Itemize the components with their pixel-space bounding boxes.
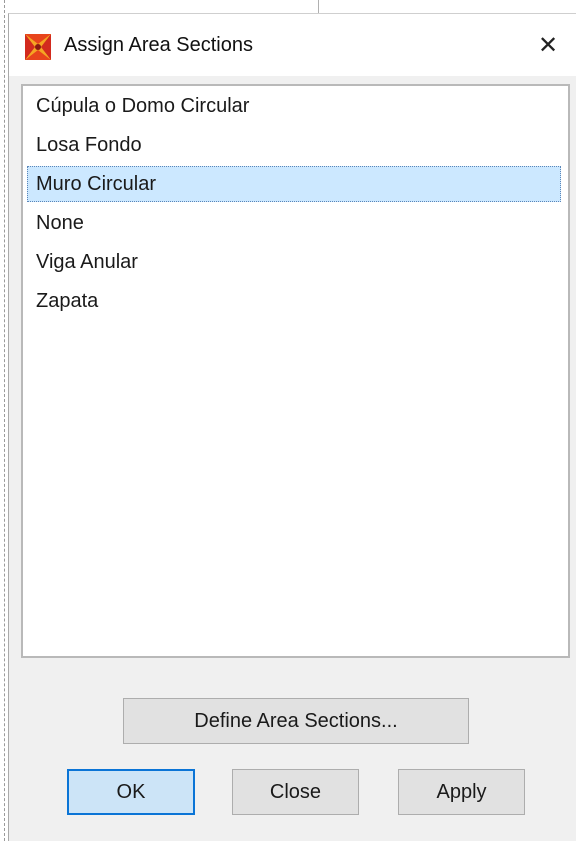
list-item-selected[interactable]: Muro Circular xyxy=(27,166,561,202)
title-bar[interactable]: Assign Area Sections ✕ xyxy=(9,14,576,76)
area-sections-listbox[interactable]: Cúpula o Domo Circular Losa Fondo Muro C… xyxy=(21,84,570,658)
close-window-icon[interactable]: ✕ xyxy=(534,33,562,61)
list-item[interactable]: Viga Anular xyxy=(27,244,561,280)
apply-button[interactable]: Apply xyxy=(398,769,525,815)
background-app-edge xyxy=(4,0,5,841)
list-item[interactable]: Cúpula o Domo Circular xyxy=(27,88,561,124)
sap2000-icon xyxy=(25,34,51,60)
ok-button[interactable]: OK xyxy=(67,769,195,815)
list-item[interactable]: Losa Fondo xyxy=(27,127,561,163)
close-button[interactable]: Close xyxy=(232,769,359,815)
list-item[interactable]: Zapata xyxy=(27,283,561,319)
window-title: Assign Area Sections xyxy=(64,34,253,56)
background-app-divider xyxy=(318,0,319,14)
assign-area-sections-dialog: Assign Area Sections ✕ Cúpula o Domo Cir… xyxy=(8,13,576,841)
list-item[interactable]: None xyxy=(27,205,561,241)
define-area-sections-button[interactable]: Define Area Sections... xyxy=(123,698,469,744)
screenshot-page: Assign Area Sections ✕ Cúpula o Domo Cir… xyxy=(0,0,576,841)
